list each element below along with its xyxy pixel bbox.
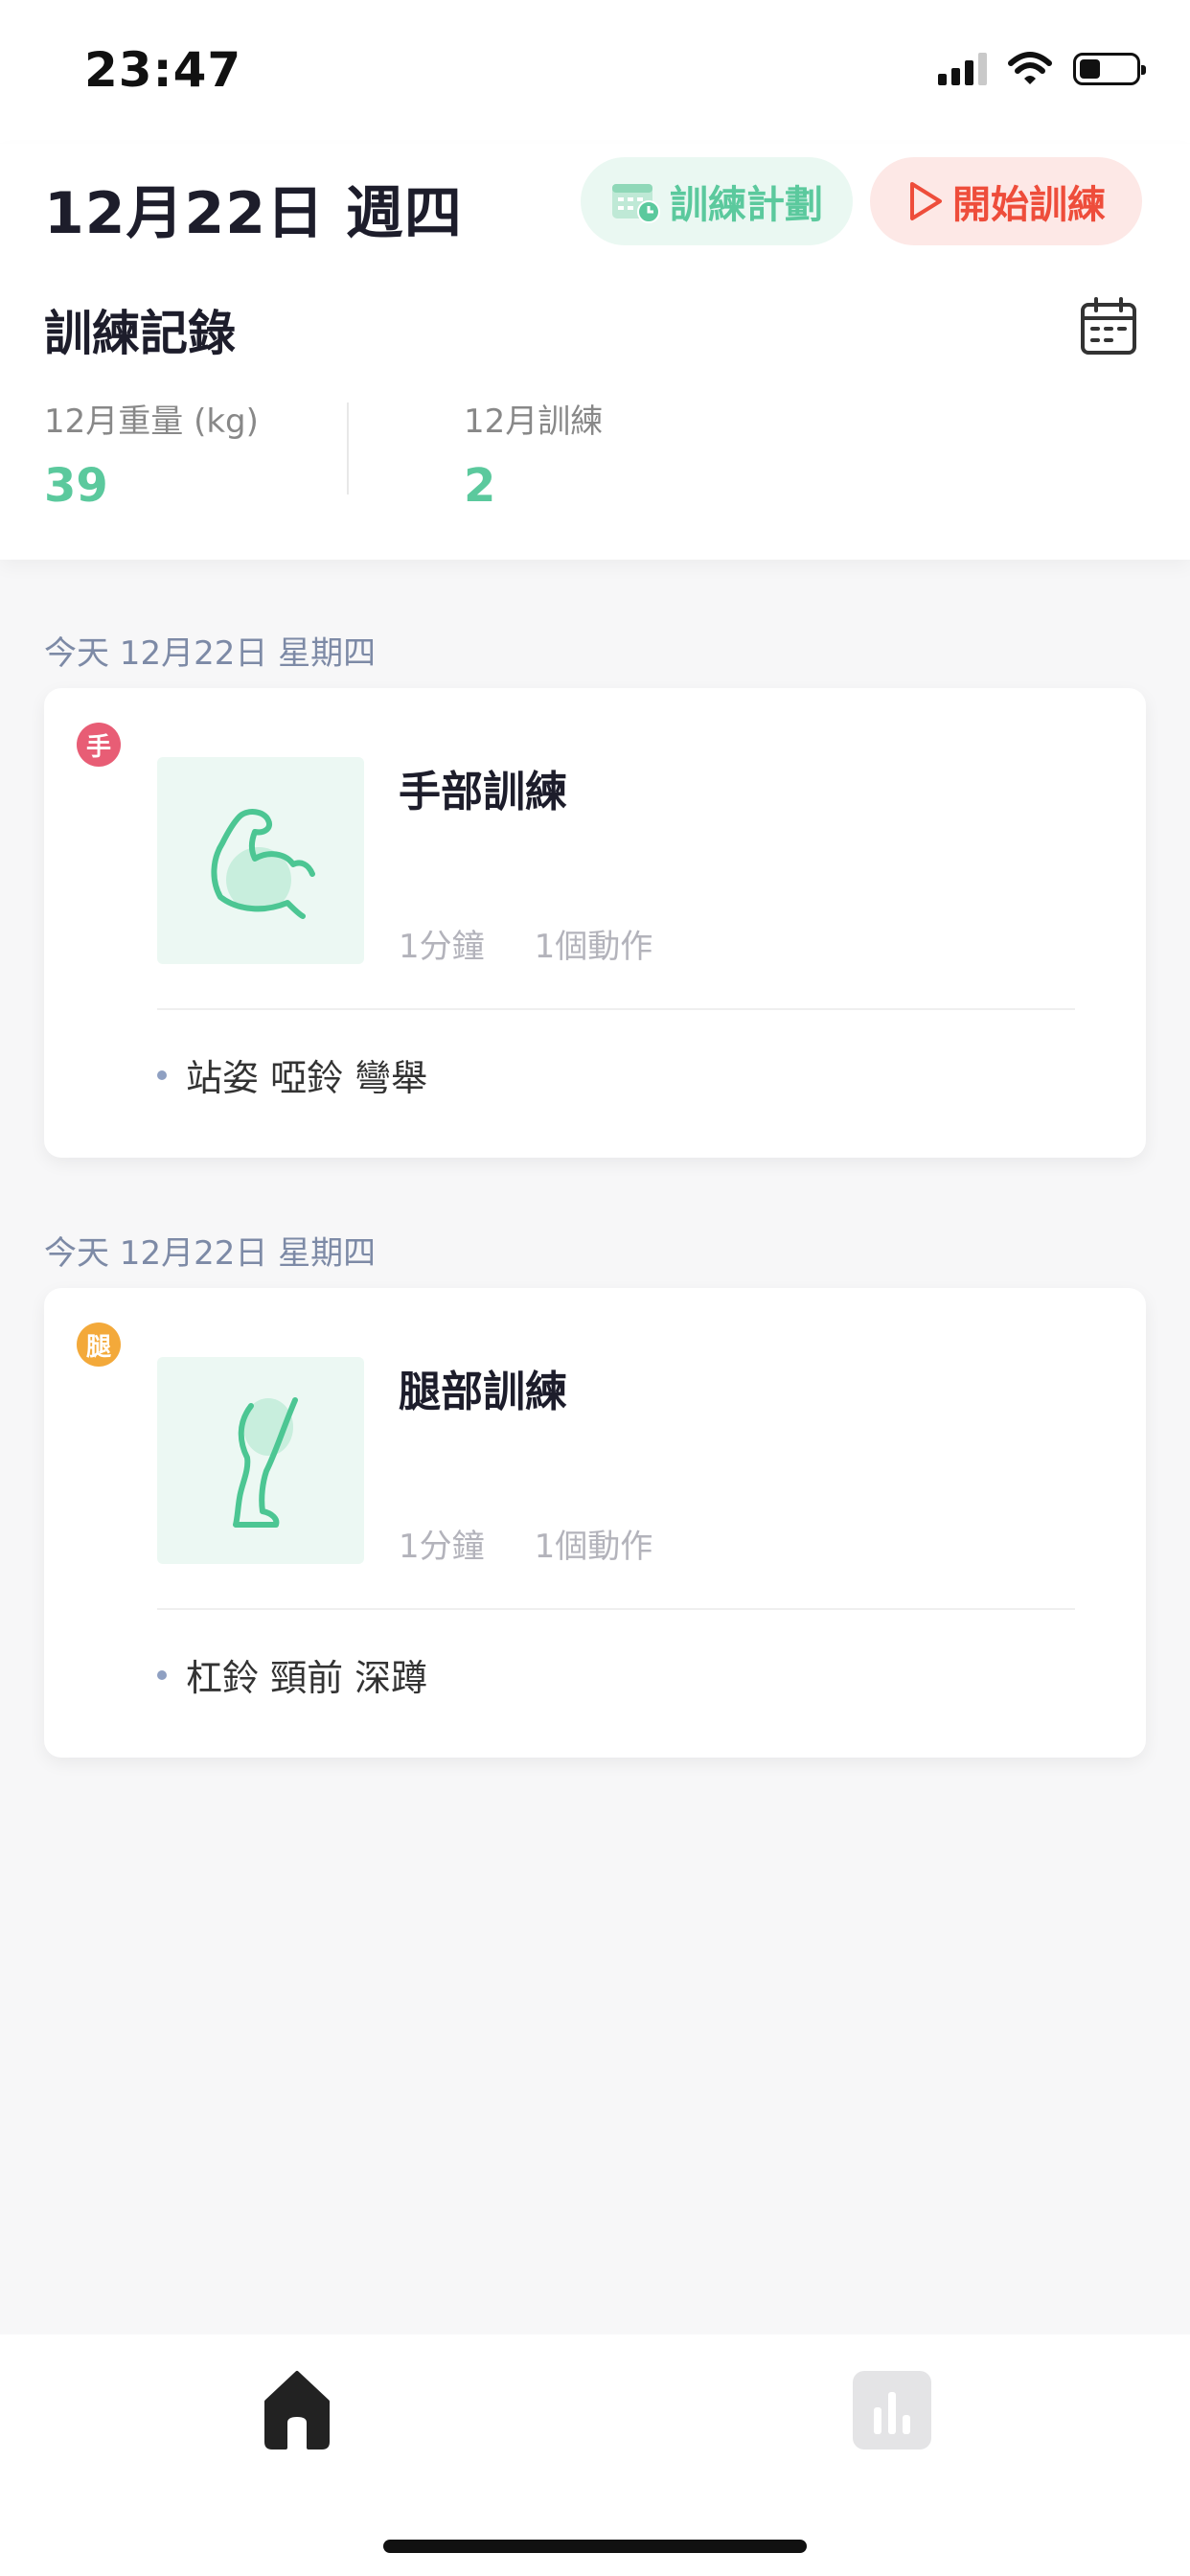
home-indicator bbox=[383, 2540, 807, 2553]
bullet-icon bbox=[157, 1669, 167, 1680]
training-plan-button[interactable]: 訓練計劃 bbox=[581, 157, 853, 245]
stat-divider bbox=[347, 402, 349, 494]
session-duration: 1分鐘 bbox=[399, 1528, 485, 1566]
records-title: 訓練記錄 bbox=[44, 306, 236, 361]
exercise-item: 站姿 啞鈴 彎舉 bbox=[157, 1048, 427, 1101]
session-thumbnail bbox=[157, 1357, 364, 1564]
session-title: 腿部訓練 bbox=[399, 1368, 567, 1416]
session-title: 手部訓練 bbox=[399, 768, 567, 816]
calendar-clock-icon bbox=[612, 184, 660, 223]
battery-icon bbox=[1073, 53, 1146, 85]
bicep-icon bbox=[211, 809, 315, 919]
stat-weight: 12月重量 (kg) 39 bbox=[44, 395, 259, 513]
training-plan-label: 訓練計劃 bbox=[670, 183, 823, 227]
stat-weight-label: 12月重量 (kg) bbox=[44, 402, 259, 441]
signal-icon bbox=[938, 53, 987, 85]
exercise-name: 杠鈴 頸前 深蹲 bbox=[186, 1657, 428, 1699]
calendar-icon[interactable] bbox=[1079, 297, 1138, 356]
status-time: 23:47 bbox=[84, 42, 242, 98]
stat-sessions: 12月訓練 2 bbox=[464, 395, 603, 513]
day-label: 今天 12月22日 星期四 bbox=[44, 1234, 377, 1273]
session-thumbnail bbox=[157, 757, 364, 964]
session-duration: 1分鐘 bbox=[399, 928, 485, 966]
day-label: 今天 12月22日 星期四 bbox=[44, 634, 377, 673]
tab-bar bbox=[0, 2334, 1190, 2576]
wifi-icon bbox=[1008, 52, 1052, 84]
session-actions: 1個動作 bbox=[534, 928, 653, 966]
divider bbox=[157, 1608, 1075, 1610]
home-icon[interactable] bbox=[259, 2367, 335, 2450]
category-badge: 手 bbox=[77, 723, 121, 767]
session-actions: 1個動作 bbox=[534, 1528, 653, 1566]
stat-sessions-label: 12月訓練 bbox=[464, 402, 604, 441]
status-icons bbox=[938, 52, 1146, 86]
status-bar: 23:47 bbox=[0, 0, 1190, 144]
session-card-arms[interactable]: 手 手部訓練 1分鐘 1個動作 站姿 啞鈴 彎舉 bbox=[44, 688, 1146, 1158]
session-meta: 1分鐘 1個動作 bbox=[399, 1520, 652, 1567]
page-title: 12月22日 週四 bbox=[44, 180, 463, 247]
category-badge: 腿 bbox=[77, 1322, 121, 1367]
exercise-item: 杠鈴 頸前 深蹲 bbox=[157, 1648, 427, 1701]
play-icon bbox=[910, 182, 942, 220]
divider bbox=[157, 1008, 1075, 1010]
bullet-icon bbox=[157, 1070, 167, 1080]
header: 12月22日 週四 訓練計劃 開始訓練 訓練記錄 12月重量 (kg) 39 1… bbox=[0, 144, 1190, 560]
stat-weight-value: 39 bbox=[44, 459, 108, 513]
stats-icon[interactable] bbox=[853, 2371, 931, 2450]
session-card-legs[interactable]: 腿 腿部訓練 1分鐘 1個動作 杠鈴 頸前 深蹲 bbox=[44, 1288, 1146, 1758]
exercise-name: 站姿 啞鈴 彎舉 bbox=[186, 1057, 428, 1099]
start-training-button[interactable]: 開始訓練 bbox=[870, 157, 1142, 245]
stat-sessions-value: 2 bbox=[464, 459, 496, 513]
session-meta: 1分鐘 1個動作 bbox=[399, 920, 652, 967]
leg-icon bbox=[233, 1397, 298, 1528]
start-training-label: 開始訓練 bbox=[952, 183, 1106, 227]
